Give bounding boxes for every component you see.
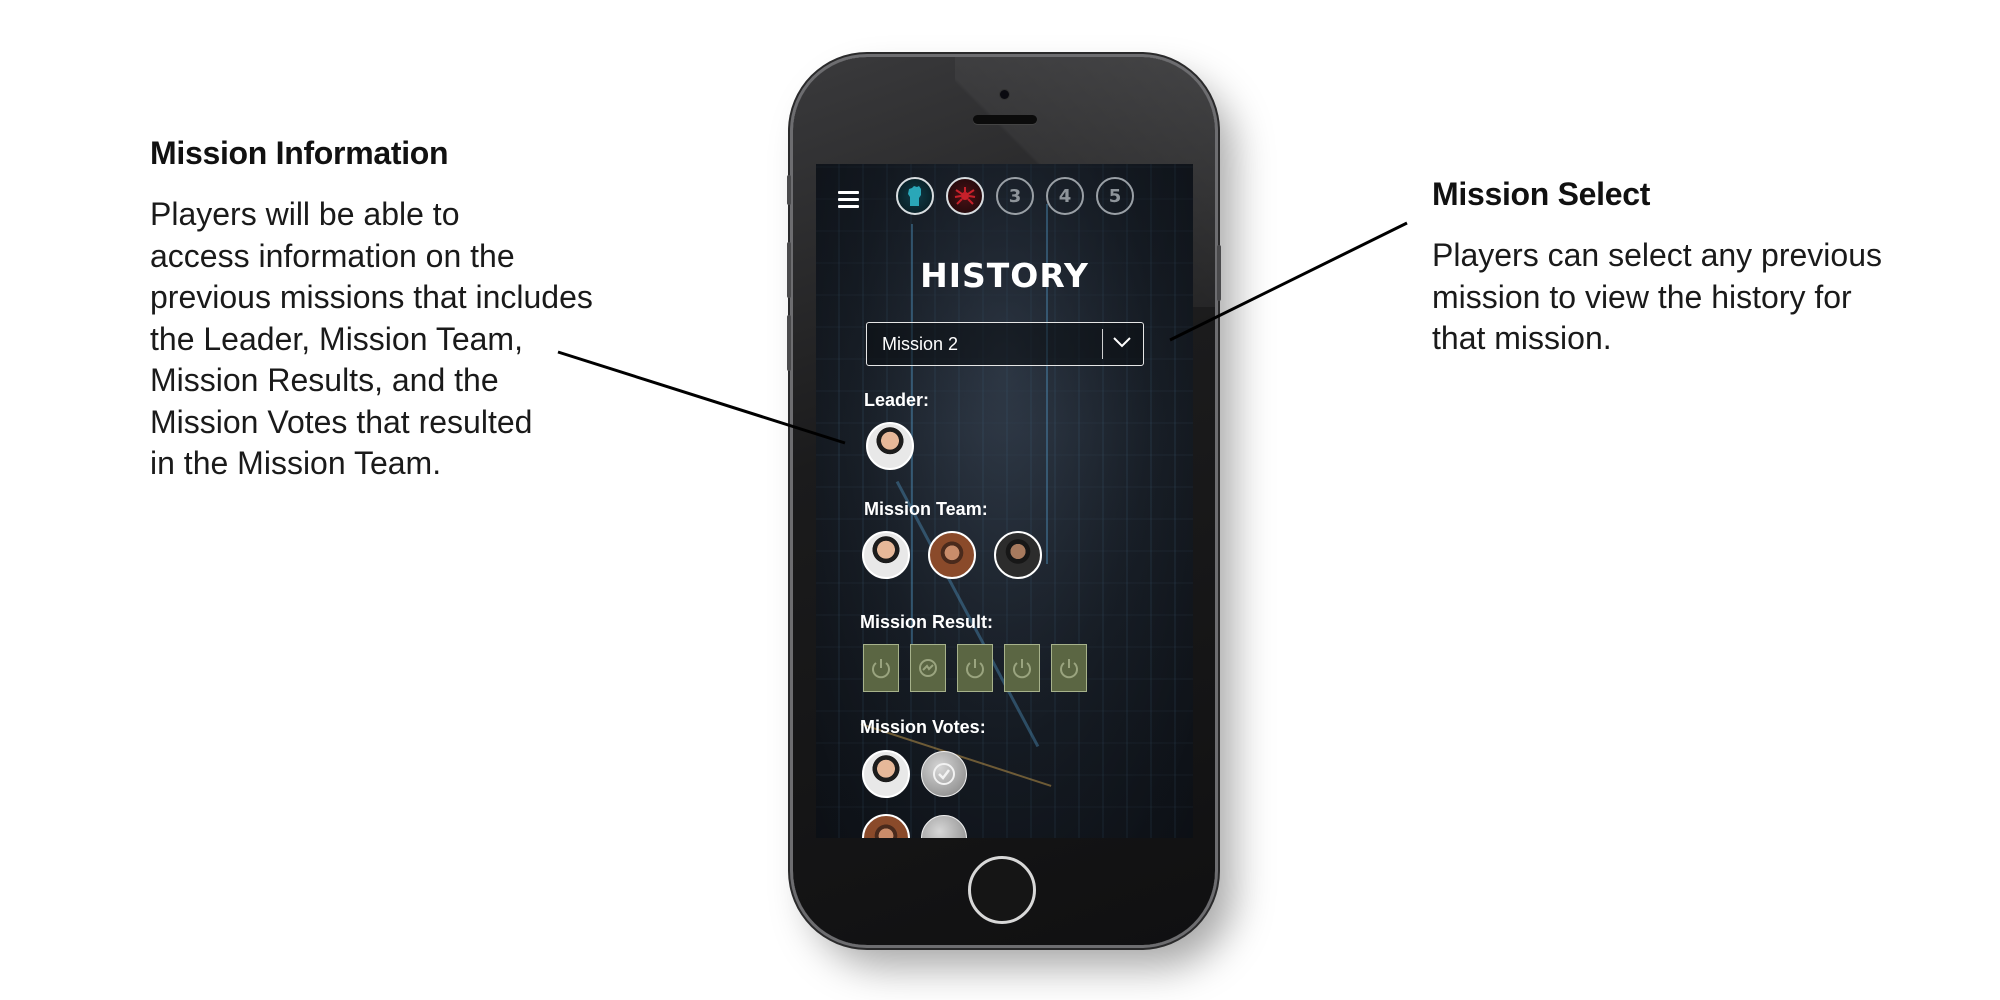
annotation-line: mission to view the history for: [1432, 278, 1852, 315]
mission-team-label: Mission Team:: [864, 499, 988, 519]
mission-information-text: Players will be able to access informati…: [150, 194, 630, 485]
team-member-avatar[interactable]: [862, 531, 910, 579]
annotation-line: access information on the: [150, 237, 515, 274]
hamburger-menu-icon[interactable]: [838, 191, 859, 209]
mission-information-heading: Mission Information: [150, 135, 449, 171]
phone-frame: 3 4 5 HISTORY Mission 2 Leader: Mission …: [787, 57, 1221, 945]
power-button: [1217, 245, 1221, 301]
broken-icon: [919, 659, 937, 677]
annotation-line: Players can select any previous: [1432, 237, 1882, 273]
voter-avatar[interactable]: [862, 750, 910, 798]
mission-tab-4[interactable]: 4: [1046, 177, 1084, 215]
result-card: [910, 644, 946, 692]
team-member-avatar[interactable]: [994, 531, 1042, 579]
earpiece-speaker: [973, 115, 1037, 124]
result-card: [1051, 644, 1087, 692]
leader-avatar[interactable]: [866, 422, 914, 470]
front-camera: [1000, 90, 1009, 99]
annotation-line: Mission Results, and the: [150, 362, 499, 398]
mission-tab-2[interactable]: [946, 177, 984, 215]
approve-vote-token: [921, 751, 967, 797]
mission-select-value: Mission 2: [882, 334, 959, 354]
mission-tab-5[interactable]: 5: [1096, 177, 1134, 215]
mission-select-text: Players can select any previous mission …: [1432, 235, 1912, 360]
team-member-avatar[interactable]: [928, 531, 976, 579]
page-title: HISTORY: [920, 256, 1089, 295]
result-card: [957, 644, 993, 692]
spider-icon: [954, 187, 976, 205]
chevron-down-icon: [1113, 337, 1131, 348]
dropdown-divider: [1102, 329, 1103, 359]
annotation-line: that mission.: [1432, 320, 1612, 356]
annotation-line: the Leader, Mission Team,: [150, 320, 523, 357]
mission-select-annotation: Mission Select Players can select any pr…: [1432, 176, 1912, 360]
volume-down-button: [787, 315, 791, 371]
mission-select-heading: Mission Select: [1432, 176, 1651, 212]
mute-switch: [787, 175, 791, 205]
power-icon: [1060, 659, 1078, 679]
power-icon: [966, 659, 984, 679]
power-icon: [872, 659, 890, 679]
result-card: [1004, 644, 1040, 692]
mission-information-annotation: Mission Information Players will be able…: [150, 135, 630, 485]
volume-up-button: [787, 242, 791, 298]
result-card: [863, 644, 899, 692]
app-screen: 3 4 5 HISTORY Mission 2 Leader: Mission …: [816, 164, 1193, 838]
mission-result-label: Mission Result:: [860, 612, 994, 632]
annotation-line: Players will be able to: [150, 196, 460, 232]
annotation-line: in the Mission Team.: [150, 445, 442, 481]
mission-votes-label: Mission Votes:: [860, 717, 986, 737]
mission-tab-1[interactable]: [896, 177, 934, 215]
mission-tab-3[interactable]: 3: [996, 177, 1034, 215]
power-icon: [1013, 659, 1031, 679]
leader-label: Leader:: [864, 390, 930, 410]
home-button[interactable]: [968, 856, 1036, 924]
annotation-line: Mission Votes that resulted: [150, 403, 533, 440]
fist-icon: [908, 186, 921, 206]
mission-select-dropdown[interactable]: Mission 2: [866, 322, 1144, 366]
annotation-line: previous missions that includes: [150, 279, 593, 315]
checkmark-icon: [933, 763, 955, 785]
